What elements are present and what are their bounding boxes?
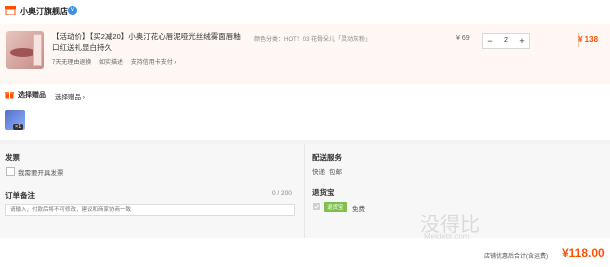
order-options-panel (0, 144, 610, 238)
shop-header (0, 0, 610, 22)
remark-title: 订单备注 (5, 191, 35, 200)
shipping-method: 快递 (312, 169, 325, 176)
product-thumbnail[interactable] (6, 31, 44, 69)
quantity-input[interactable]: 2 (497, 34, 515, 48)
unit-price: ¥ 69 (456, 35, 470, 42)
return-insurance-price: 免费 (352, 206, 365, 213)
shipping-fee: 包邮 (329, 169, 342, 176)
gift-label: 选择赠品 (18, 92, 46, 99)
quantity-decrease-button[interactable]: − (483, 34, 497, 48)
select-gift-link[interactable]: 选择赠品 › (55, 91, 85, 101)
gift-icon (5, 92, 14, 99)
check-icon[interactable] (313, 203, 320, 210)
invoice-option-label[interactable]: 我需要开具发票 (18, 167, 64, 177)
service-tag: 如实描述 (99, 60, 124, 66)
product-title[interactable]: 【活动价】【买2减20】小奥汀花心唇泥哑光丝绒雾面唇釉口红送礼显白持久 (52, 31, 247, 53)
total-label: 店铺优惠后合计(含运费) (484, 254, 548, 260)
shop-name[interactable]: 小奥汀旗舰店 (20, 6, 68, 17)
watermark-url: Meidebi.com (424, 232, 470, 241)
remark-counter: 0 / 200 (272, 190, 292, 197)
item-subtotal: ¥ 138 (578, 35, 599, 44)
invoice-checkbox[interactable] (6, 167, 15, 176)
return-insurance-title: 退货宝 (312, 188, 335, 197)
remark-input[interactable] (5, 204, 295, 216)
return-insurance-badge: 退货宝 (324, 202, 347, 212)
credit-card-link[interactable]: 支持信用卡支付 › (131, 60, 177, 66)
shipping-title: 配送服务 (312, 153, 342, 162)
verified-icon: v (68, 6, 77, 15)
store-icon (5, 6, 16, 15)
quantity-increase-button[interactable]: + (515, 34, 529, 48)
total-price: ¥118.00 (562, 246, 605, 260)
service-tag: 7天无理由退换 (52, 60, 92, 66)
invoice-title: 发票 (5, 153, 20, 162)
quantity-stepper: − 2 + (482, 33, 530, 49)
column-divider (304, 144, 305, 238)
service-tags: 7天无理由退换 如实描述 支持信用卡支付 › (52, 57, 182, 66)
product-spec: 颜色分类：HOT！03 花骨朵儿「灵动灰粉」 (254, 37, 372, 43)
gift-quantity: ×1 (13, 124, 24, 130)
